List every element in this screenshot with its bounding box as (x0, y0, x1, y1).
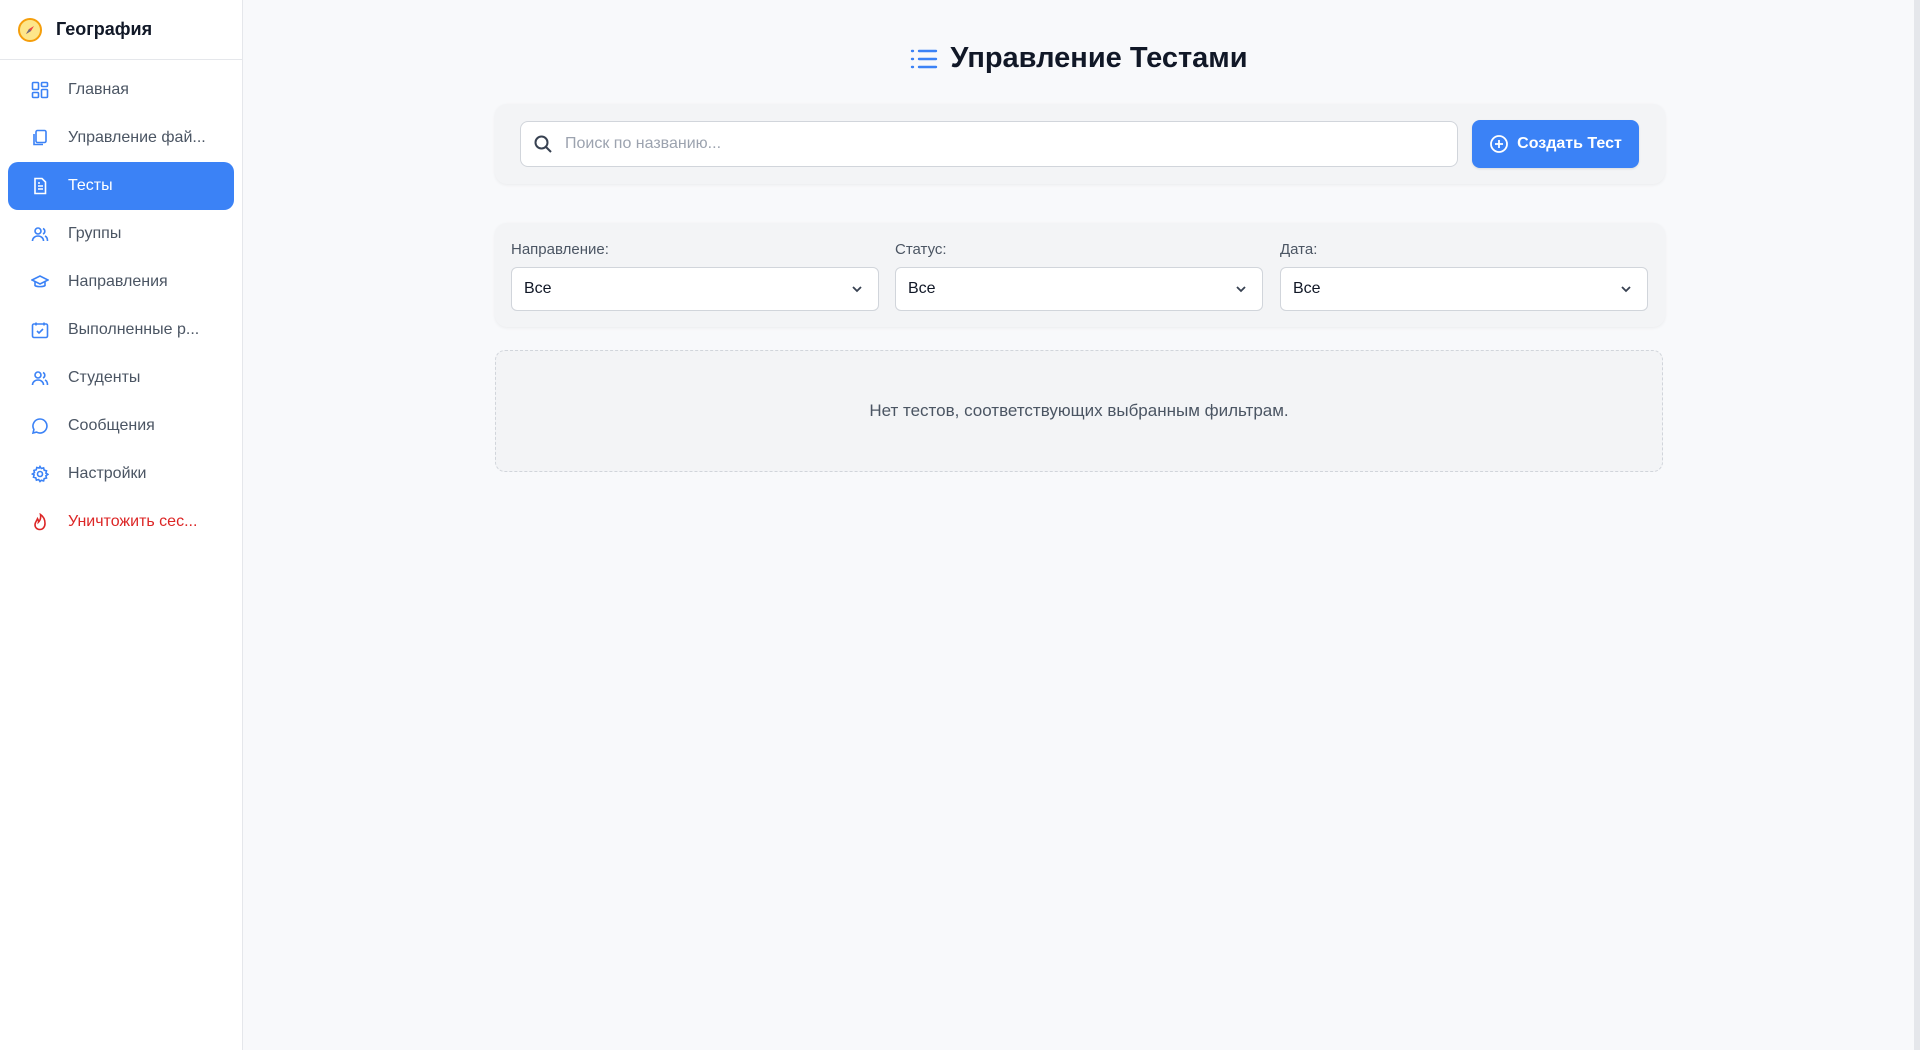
empty-state-message: Нет тестов, соответствующих выбранным фи… (869, 401, 1289, 420)
sidebar-item-students[interactable]: Студенты (8, 354, 234, 402)
chevron-down-icon (850, 281, 866, 297)
sidebar-item-label: Студенты (68, 369, 141, 386)
sidebar-item-label: Уничтожить сес... (68, 513, 198, 530)
graduation-cap-icon (30, 272, 50, 292)
create-test-label: Создать Тест (1517, 135, 1622, 152)
users-icon (30, 224, 50, 244)
chevron-down-icon (1234, 281, 1250, 297)
page-title: Управление Тестами (244, 42, 1914, 75)
status-select[interactable]: Все (895, 267, 1263, 311)
search-box[interactable] (520, 121, 1458, 167)
sidebar-item-label: Группы (68, 225, 122, 242)
sidebar-item-label: Главная (68, 81, 129, 98)
chat-icon (30, 416, 50, 436)
brand[interactable]: География (0, 0, 242, 60)
search-input[interactable] (563, 134, 1447, 154)
sidebar-item-groups[interactable]: Группы (8, 210, 234, 258)
sidebar-item-label: Тесты (68, 177, 113, 194)
filter-direction: Направление: Все (511, 241, 879, 311)
sidebar-item-label: Направления (68, 273, 168, 290)
list-icon (910, 44, 940, 74)
sidebar-item-label: Выполненные р... (68, 321, 200, 338)
sidebar-item-label: Настройки (68, 465, 147, 482)
select-value: Все (524, 280, 552, 297)
sidebar: География Главная Управление фай... Тест… (0, 0, 243, 1050)
sidebar-item-directions[interactable]: Направления (8, 258, 234, 306)
sidebar-item-label: Управление фай... (68, 129, 206, 146)
brand-title: География (56, 19, 153, 39)
page-scrollbar[interactable] (1914, 0, 1920, 1050)
sidebar-item-files[interactable]: Управление фай... (8, 114, 234, 162)
compass-icon (16, 16, 44, 44)
plus-circle-icon (1489, 134, 1509, 154)
sidebar-item-destroy-session[interactable]: Уничтожить сес... (8, 498, 234, 546)
filter-status: Статус: Все (895, 241, 1263, 311)
filter-label: Дата: (1280, 241, 1318, 258)
files-icon (30, 128, 50, 148)
empty-state: Нет тестов, соответствующих выбранным фи… (495, 350, 1663, 472)
search-icon (533, 133, 555, 155)
gear-icon (30, 464, 50, 484)
filter-label: Направление: (511, 241, 609, 258)
filter-date: Дата: Все (1280, 241, 1648, 311)
dashboard-icon (30, 80, 50, 100)
students-icon (30, 368, 50, 388)
main-content: Управление Тестами Создать Тест Направле… (244, 0, 1920, 1050)
page-title-text: Управление Тестами (950, 42, 1248, 74)
flame-icon (30, 512, 50, 532)
sidebar-item-home[interactable]: Главная (8, 66, 234, 114)
sidebar-item-tests[interactable]: Тесты (8, 162, 234, 210)
select-value: Все (1293, 280, 1321, 297)
select-value: Все (908, 280, 936, 297)
date-select[interactable]: Все (1280, 267, 1648, 311)
create-test-button[interactable]: Создать Тест (1472, 120, 1639, 168)
calendar-check-icon (30, 320, 50, 340)
document-icon (30, 176, 50, 196)
filters-card: Направление: Все Статус: Все Дата: Все (495, 223, 1665, 327)
chevron-down-icon (1619, 281, 1635, 297)
direction-select[interactable]: Все (511, 267, 879, 311)
sidebar-nav: Главная Управление фай... Тесты Группы Н… (0, 60, 242, 546)
filter-label: Статус: (895, 241, 947, 258)
sidebar-item-settings[interactable]: Настройки (8, 450, 234, 498)
sidebar-item-completed[interactable]: Выполненные р... (8, 306, 234, 354)
sidebar-item-label: Сообщения (68, 417, 155, 434)
sidebar-item-messages[interactable]: Сообщения (8, 402, 234, 450)
